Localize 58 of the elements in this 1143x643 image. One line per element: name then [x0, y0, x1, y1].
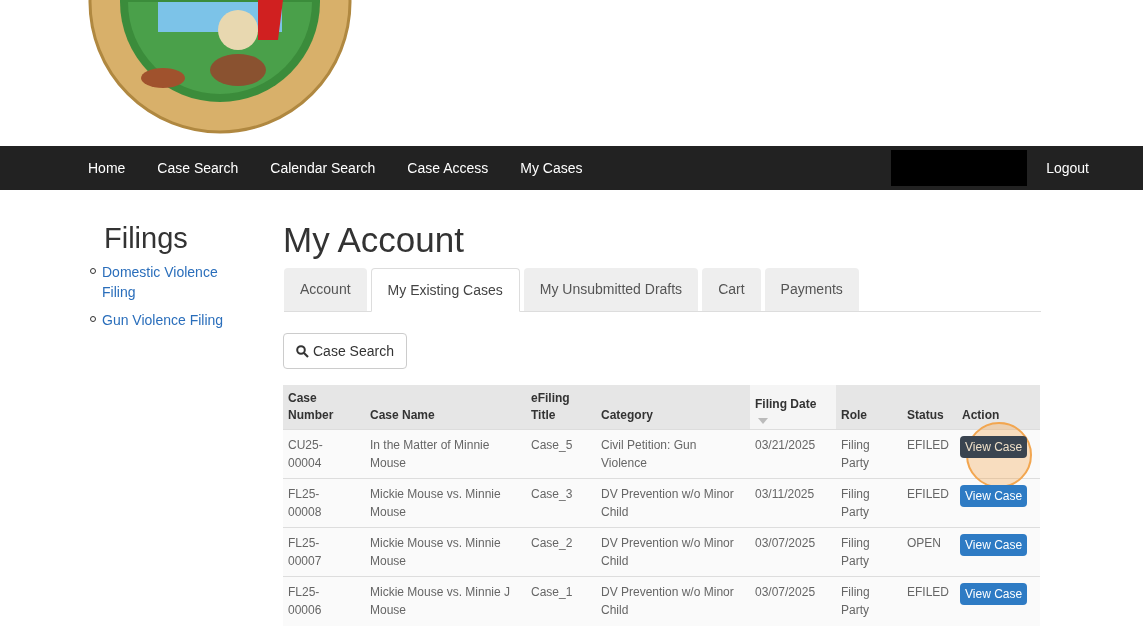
table-cell: Mickie Mouse vs. Minnie J Mouse: [365, 576, 526, 626]
table-cell: Case_3: [526, 478, 596, 528]
table-cell: EFILED: [902, 429, 957, 479]
table-cell: FL25-00008: [283, 478, 365, 528]
nav-link[interactable]: My Cases: [504, 157, 599, 179]
table-cell: Filing Party: [836, 576, 902, 626]
nav-link[interactable]: Calendar Search: [254, 157, 392, 179]
table-cell: CU25-00004: [283, 429, 365, 479]
nav-link[interactable]: Case Access: [391, 157, 505, 179]
column-header[interactable]: Category: [596, 385, 750, 430]
column-header[interactable]: Status: [902, 385, 957, 430]
search-icon: [296, 344, 309, 358]
table-cell: Filing Party: [836, 527, 902, 577]
table-cell: Mickie Mouse vs. Minnie Mouse: [365, 478, 526, 528]
tab[interactable]: My Existing Cases: [370, 268, 520, 312]
view-case-button[interactable]: View Case: [960, 485, 1028, 507]
sidebar-title: Filings: [103, 221, 189, 256]
table-cell: Case_5: [526, 429, 596, 479]
nav-link[interactable]: Home: [72, 157, 142, 179]
column-header[interactable]: Filing Date: [750, 385, 836, 430]
column-header[interactable]: eFiling Title: [526, 385, 596, 430]
table-cell: DV Prevention w/o Minor Child: [596, 478, 750, 528]
table-cell: Case_1: [526, 576, 596, 626]
column-header[interactable]: Role: [836, 385, 902, 430]
tab[interactable]: Account: [284, 268, 367, 311]
sidebar-link[interactable]: Domestic Violence Filing: [102, 262, 240, 302]
table-cell: 03/21/2025: [750, 429, 836, 479]
case-search-button[interactable]: Case Search: [283, 333, 407, 369]
table-cell: DV Prevention w/o Minor Child: [596, 527, 750, 577]
view-case-button[interactable]: View Case: [960, 583, 1028, 605]
table-cell: EFILED: [902, 478, 957, 528]
column-header[interactable]: Case Number: [283, 385, 365, 430]
table-cell: 03/07/2025: [750, 527, 836, 577]
tab[interactable]: My Unsubmitted Drafts: [523, 268, 699, 311]
table-cell: FL25-00007: [283, 527, 365, 577]
column-header[interactable]: Action: [957, 385, 1040, 430]
table-cell: Filing Party: [836, 478, 902, 528]
table-cell: Civil Petition: Gun Violence: [596, 429, 750, 479]
table-cell: 03/07/2025: [750, 576, 836, 626]
tab[interactable]: Cart: [702, 268, 761, 311]
table-cell: Mickie Mouse vs. Minnie Mouse: [365, 527, 526, 577]
sort-caret-icon: [758, 418, 768, 424]
table-cell: OPEN: [902, 527, 957, 577]
view-case-button[interactable]: View Case: [960, 534, 1028, 556]
logout-link[interactable]: Logout: [1046, 157, 1089, 179]
column-header[interactable]: Case Name: [365, 385, 526, 430]
table-cell: Case_2: [526, 527, 596, 577]
tab[interactable]: Payments: [764, 268, 859, 311]
sidebar-link[interactable]: Gun Violence Filing: [102, 310, 224, 330]
nav-link[interactable]: Case Search: [141, 157, 255, 179]
view-case-button[interactable]: View Case: [960, 436, 1028, 458]
table-cell: FL25-00006: [283, 576, 365, 626]
table-cell: EFILED: [902, 576, 957, 626]
table-cell: 03/11/2025: [750, 478, 836, 528]
table-cell: DV Prevention w/o Minor Child: [596, 576, 750, 626]
page-title: My Account: [283, 220, 465, 260]
table-cell: In the Matter of Minnie Mouse: [365, 429, 526, 479]
table-cell: Filing Party: [836, 429, 902, 479]
